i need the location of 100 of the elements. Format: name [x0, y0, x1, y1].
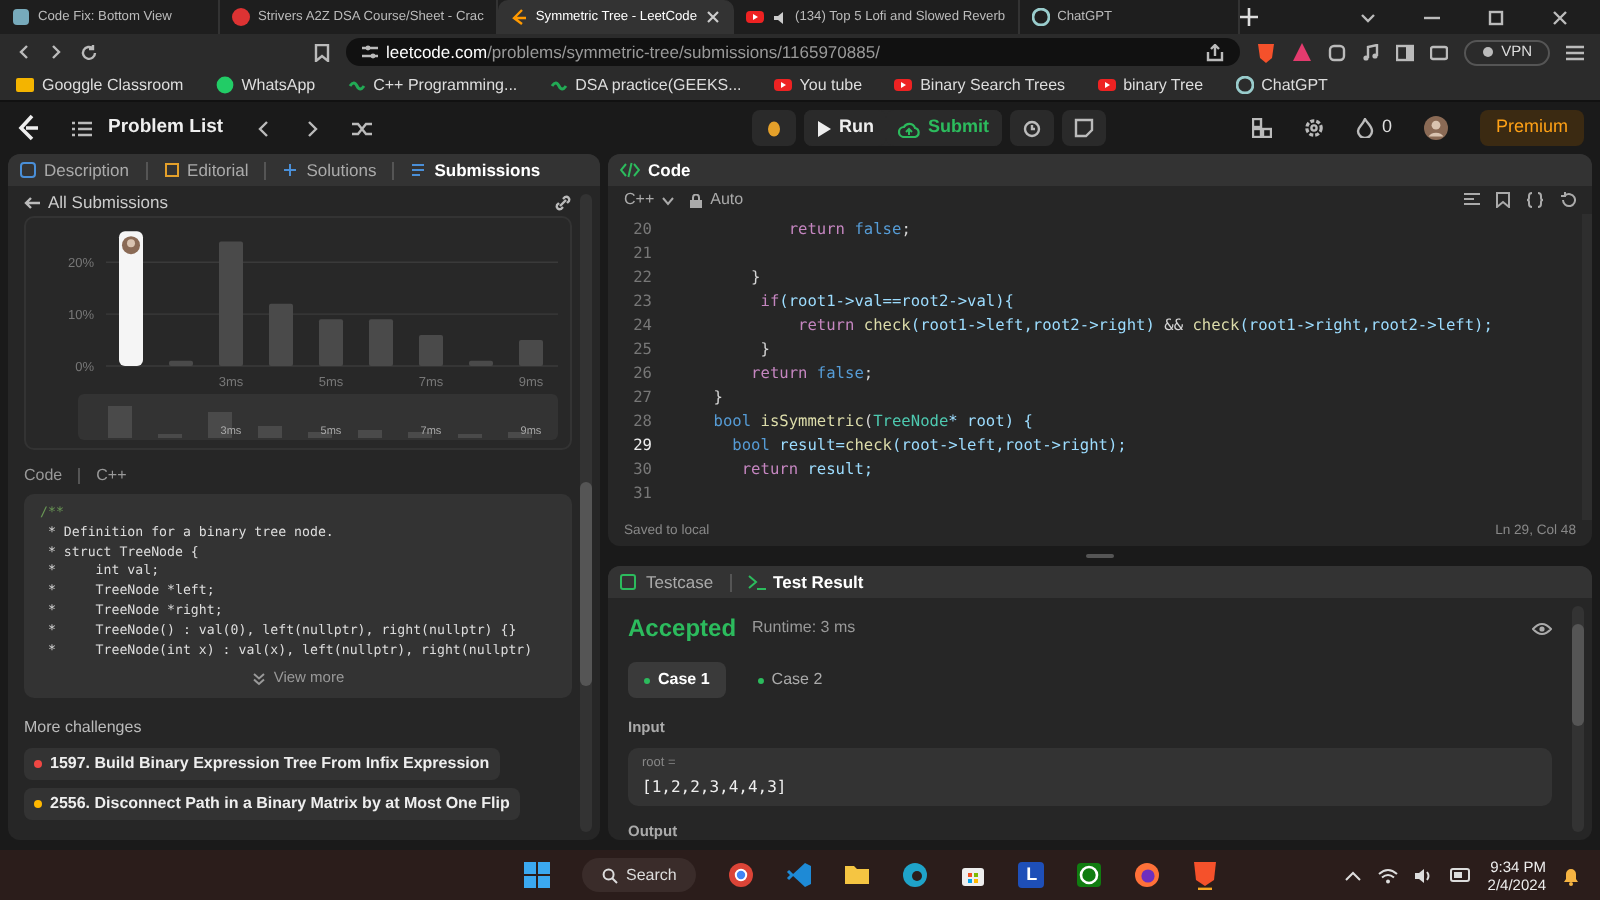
site-logo-icon: [232, 8, 250, 26]
double-chevron-icon: [251, 671, 266, 686]
list-icon: [72, 119, 92, 137]
case-tab[interactable]: Case 2: [741, 662, 839, 698]
bookmark-link[interactable]: WhatsApp: [215, 73, 316, 97]
resize-handle[interactable]: [1086, 554, 1114, 558]
app-icon[interactable]: L: [1018, 862, 1045, 888]
ring-icon: [1235, 76, 1254, 94]
bookmark-icon[interactable]: [1496, 192, 1510, 208]
panel-tab[interactable]: Editorial: [163, 157, 249, 183]
bookmark-link[interactable]: Googgle Classroom: [16, 73, 184, 97]
browser-icon[interactable]: [728, 862, 755, 888]
sidebar-icon[interactable]: [1395, 43, 1414, 61]
search-icon: [602, 867, 618, 883]
back-icon[interactable]: [16, 44, 32, 60]
start-icon[interactable]: [524, 862, 550, 888]
eye-icon[interactable]: [1532, 621, 1552, 635]
triangle-icon[interactable]: [1291, 42, 1312, 62]
book-icon: [163, 162, 180, 178]
lock-icon: [690, 193, 703, 207]
panel-tab[interactable]: Submissions: [410, 157, 541, 183]
reset-icon[interactable]: [1560, 192, 1576, 208]
avatar-icon[interactable]: [1423, 116, 1448, 140]
note-icon: [1073, 118, 1094, 138]
problem-list-link[interactable]: Problem List: [72, 113, 224, 143]
section-heading: More challenges: [24, 716, 144, 741]
debug-button[interactable]: [751, 110, 796, 146]
scrollbar[interactable]: [1572, 606, 1584, 832]
close-icon[interactable]: [1552, 9, 1568, 25]
braces-icon[interactable]: [1526, 192, 1544, 208]
premium-button[interactable]: Premium: [1479, 110, 1584, 146]
search-field[interactable]: Search: [582, 858, 697, 892]
play-icon: [773, 76, 792, 94]
panel-tab[interactable]: Description: [20, 157, 130, 183]
battery-icon[interactable]: [1449, 868, 1472, 882]
wifi-icon[interactable]: [1377, 867, 1398, 883]
checkbox-icon: [620, 574, 638, 590]
play-icon: [1097, 76, 1116, 94]
reload-icon[interactable]: [80, 43, 98, 61]
new-tab-icon[interactable]: [1239, 8, 1258, 26]
store-icon[interactable]: [960, 862, 987, 888]
play-icon: [894, 76, 913, 94]
logo-icon[interactable]: [16, 114, 40, 142]
url-text: leetcode.com/problems/symmetric-tree/submissions/1165970885/: [386, 39, 880, 65]
code-icon: [620, 162, 640, 178]
dot-icon: [757, 677, 764, 683]
back-arrow-icon: [24, 196, 40, 210]
layout-icon[interactable]: [1251, 118, 1272, 138]
bookmark-link[interactable]: DSA practice(GEEKS...: [549, 73, 742, 97]
history-icon: [410, 162, 427, 178]
challenge-link[interactable]: 2556. Disconnect Path in a Binary Matrix by at Most One Flip: [24, 788, 520, 821]
scrollbar[interactable]: [580, 194, 592, 832]
language-label: C++: [96, 463, 127, 487]
panel-tab[interactable]: Testcase: [620, 569, 714, 595]
case-tab[interactable]: Case 1: [628, 662, 726, 698]
bookmark-link[interactable]: binary Tree: [1097, 73, 1204, 97]
bookmark-link[interactable]: You tube: [773, 73, 863, 97]
language-select[interactable]: C++: [624, 188, 675, 212]
chevron-up-icon[interactable]: [1343, 869, 1362, 881]
game-app-icon[interactable]: [1076, 862, 1103, 888]
flask-icon: [282, 162, 299, 178]
dot-icon: [1481, 46, 1494, 58]
maximize-icon[interactable]: [1488, 9, 1504, 25]
dot-icon: [644, 677, 650, 683]
next-icon[interactable]: [303, 119, 320, 137]
bookmark-icon[interactable]: [314, 43, 330, 61]
forward-icon[interactable]: [48, 44, 64, 60]
close-icon[interactable]: [705, 10, 719, 24]
panel-tab[interactable]: Test Result: [747, 569, 864, 595]
bookmark-link[interactable]: ChatGPT: [1235, 73, 1328, 97]
timer-button[interactable]: [1009, 110, 1054, 146]
share-icon[interactable]: [1205, 43, 1224, 61]
alarm-clock-icon: [1021, 118, 1042, 138]
format-icon[interactable]: [1464, 192, 1480, 208]
extensions-icon[interactable]: [1327, 43, 1346, 61]
auto-mode-label[interactable]: Auto: [690, 188, 744, 212]
code-editor-icon[interactable]: [786, 862, 813, 888]
description-icon: [20, 162, 36, 178]
folder-icon[interactable]: [844, 862, 871, 888]
chevron-down-icon[interactable]: [1360, 9, 1376, 25]
panel-title: Code: [648, 157, 691, 183]
streak-counter[interactable]: 0: [1355, 114, 1392, 142]
site-settings-icon: [362, 44, 378, 60]
bookmark-link[interactable]: C++ Programming...: [347, 73, 518, 97]
panel-tab[interactable]: Solutions: [282, 157, 377, 183]
bookmark-link[interactable]: Binary Search Trees: [894, 73, 1066, 97]
shuffle-icon[interactable]: [351, 119, 372, 137]
highlighted-bar[interactable]: [119, 231, 143, 366]
link-icon[interactable]: [554, 194, 572, 212]
menu-icon[interactable]: [1566, 43, 1584, 61]
challenge-link[interactable]: 1597. Build Binary Expression Tree From Infix Expression: [24, 748, 500, 781]
runtime-text: Runtime: 3 ms: [752, 616, 856, 640]
notes-button[interactable]: [1061, 110, 1106, 146]
all-submissions-link[interactable]: All Submissions: [24, 190, 168, 216]
settings-icon[interactable]: [1303, 118, 1324, 138]
music-icon[interactable]: [1361, 43, 1380, 61]
address-bar[interactable]: leetcode.com/problems/symmetric-tree/submissions/1165970885/: [346, 38, 1240, 66]
bell-icon[interactable]: [1562, 865, 1580, 885]
volume-icon[interactable]: [1413, 867, 1434, 883]
previous-icon[interactable]: [255, 119, 272, 137]
